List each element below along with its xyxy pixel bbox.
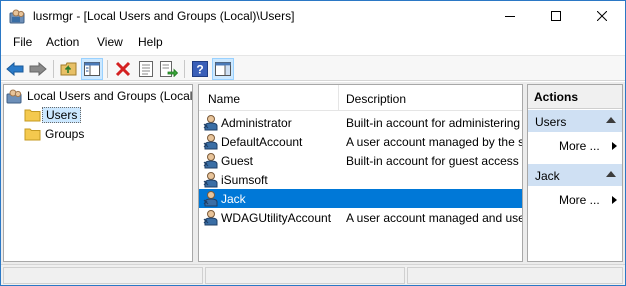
show-hide-action-pane-icon	[215, 62, 231, 76]
user-icon	[203, 152, 221, 169]
action-more-users[interactable]: More ...	[559, 139, 600, 153]
collapse-arrow-icon[interactable]	[606, 171, 616, 177]
maximize-icon	[551, 11, 561, 21]
back-button[interactable]	[4, 58, 26, 80]
tree-item-label: Users	[42, 107, 82, 123]
list-header: Name Description	[199, 85, 522, 111]
folder-icon	[24, 109, 41, 122]
toolbar-separator	[184, 60, 185, 78]
user-description: A user account managed by the s	[346, 135, 522, 149]
minimize-icon	[505, 16, 515, 17]
lusrmgr-window: lusrmgr - [Local Users and Groups (Local…	[0, 0, 626, 286]
title-bar[interactable]: lusrmgr - [Local Users and Groups (Local…	[1, 1, 625, 31]
help-icon: ?	[192, 61, 208, 77]
properties-icon	[139, 61, 153, 77]
show-hide-tree-icon	[84, 62, 100, 76]
table-row[interactable]: Administrator Built-in account for admini…	[199, 113, 522, 132]
actions-title: Actions	[528, 85, 622, 109]
status-segment	[407, 267, 623, 284]
export-list-button[interactable]	[158, 58, 180, 80]
user-name: WDAGUtilityAccount	[221, 211, 332, 225]
window-title: lusrmgr - [Local Users and Groups (Local…	[33, 9, 295, 23]
user-name: Administrator	[221, 116, 292, 130]
menu-help[interactable]: Help	[138, 35, 163, 49]
table-row[interactable]: DefaultAccount A user account managed by …	[199, 132, 522, 151]
tree-root[interactable]: Local Users and Groups (Local)	[6, 87, 193, 105]
user-description: Built-in account for guest access	[346, 154, 519, 168]
help-button[interactable]: ?	[189, 58, 211, 80]
action-group-label: Jack	[535, 169, 560, 183]
action-group-label: Users	[535, 115, 567, 129]
column-header-name[interactable]: Name	[208, 92, 240, 106]
delete-icon	[115, 61, 131, 77]
forward-button[interactable]	[27, 58, 49, 80]
collapse-arrow-icon[interactable]	[606, 117, 616, 123]
user-name: Jack	[221, 192, 246, 206]
close-icon	[597, 11, 607, 21]
svg-text:?: ?	[196, 63, 203, 77]
properties-button[interactable]	[135, 58, 157, 80]
back-arrow-icon	[6, 62, 24, 76]
user-name: Guest	[221, 154, 254, 168]
menu-file[interactable]: File	[13, 35, 32, 49]
toolbar-separator	[53, 60, 54, 78]
user-name: DefaultAccount	[221, 135, 303, 149]
show-hide-console-tree-button[interactable]	[81, 58, 103, 80]
user-icon	[203, 190, 221, 207]
table-row[interactable]: WDAGUtilityAccount A user account managed…	[199, 208, 522, 227]
submenu-arrow-icon	[612, 142, 617, 150]
menu-action[interactable]: Action	[46, 35, 79, 49]
menu-view[interactable]: View	[97, 35, 123, 49]
tree-root-label: Local Users and Groups (Local)	[27, 89, 193, 103]
folder-icon	[24, 128, 41, 141]
users-app-icon	[9, 8, 27, 24]
maximize-button[interactable]	[533, 1, 579, 31]
user-name: iSumsoft	[221, 173, 268, 187]
user-icon	[203, 209, 221, 226]
users-console-icon	[6, 89, 22, 104]
user-description: Built-in account for administering	[346, 116, 521, 130]
show-hide-action-pane-button[interactable]	[212, 58, 234, 80]
column-divider[interactable]	[338, 85, 339, 111]
forward-arrow-icon	[29, 62, 47, 76]
console-tree-pane[interactable]: Local Users and Groups (Local) Users Gro…	[3, 84, 193, 262]
user-icon	[203, 133, 221, 150]
toolbar: ?	[1, 55, 625, 81]
tree-item-label: Groups	[45, 127, 85, 141]
user-icon	[203, 114, 221, 131]
status-segment	[3, 267, 203, 284]
table-row[interactable]: Guest Built-in account for guest access	[199, 151, 522, 170]
close-button[interactable]	[579, 1, 625, 31]
action-group-users[interactable]: Users	[528, 110, 622, 132]
delete-button[interactable]	[112, 58, 134, 80]
content-area: Local Users and Groups (Local) Users Gro…	[1, 82, 625, 264]
up-folder-icon	[60, 62, 77, 76]
actions-pane: Actions Users More ... Jack More ...	[527, 84, 623, 262]
status-bar	[1, 264, 625, 285]
table-row[interactable]: Jack	[199, 189, 522, 208]
user-icon	[203, 171, 221, 188]
results-list-pane[interactable]: Name Description Administrator Built-in a…	[198, 84, 523, 262]
status-segment	[205, 267, 405, 284]
user-description: A user account managed and use	[346, 211, 522, 225]
tree-item-groups[interactable]: Groups	[24, 125, 87, 143]
action-group-jack[interactable]: Jack	[528, 164, 622, 186]
table-row[interactable]: iSumsoft	[199, 170, 522, 189]
submenu-arrow-icon	[612, 196, 617, 204]
column-header-description[interactable]: Description	[346, 92, 406, 106]
toolbar-separator	[107, 60, 108, 78]
tree-item-users[interactable]: Users	[24, 106, 82, 124]
export-list-icon	[160, 61, 178, 77]
up-one-level-button[interactable]	[58, 58, 80, 80]
action-more-jack[interactable]: More ...	[559, 193, 600, 207]
menu-bar: File Action View Help	[1, 31, 625, 53]
minimize-button[interactable]	[487, 1, 533, 31]
